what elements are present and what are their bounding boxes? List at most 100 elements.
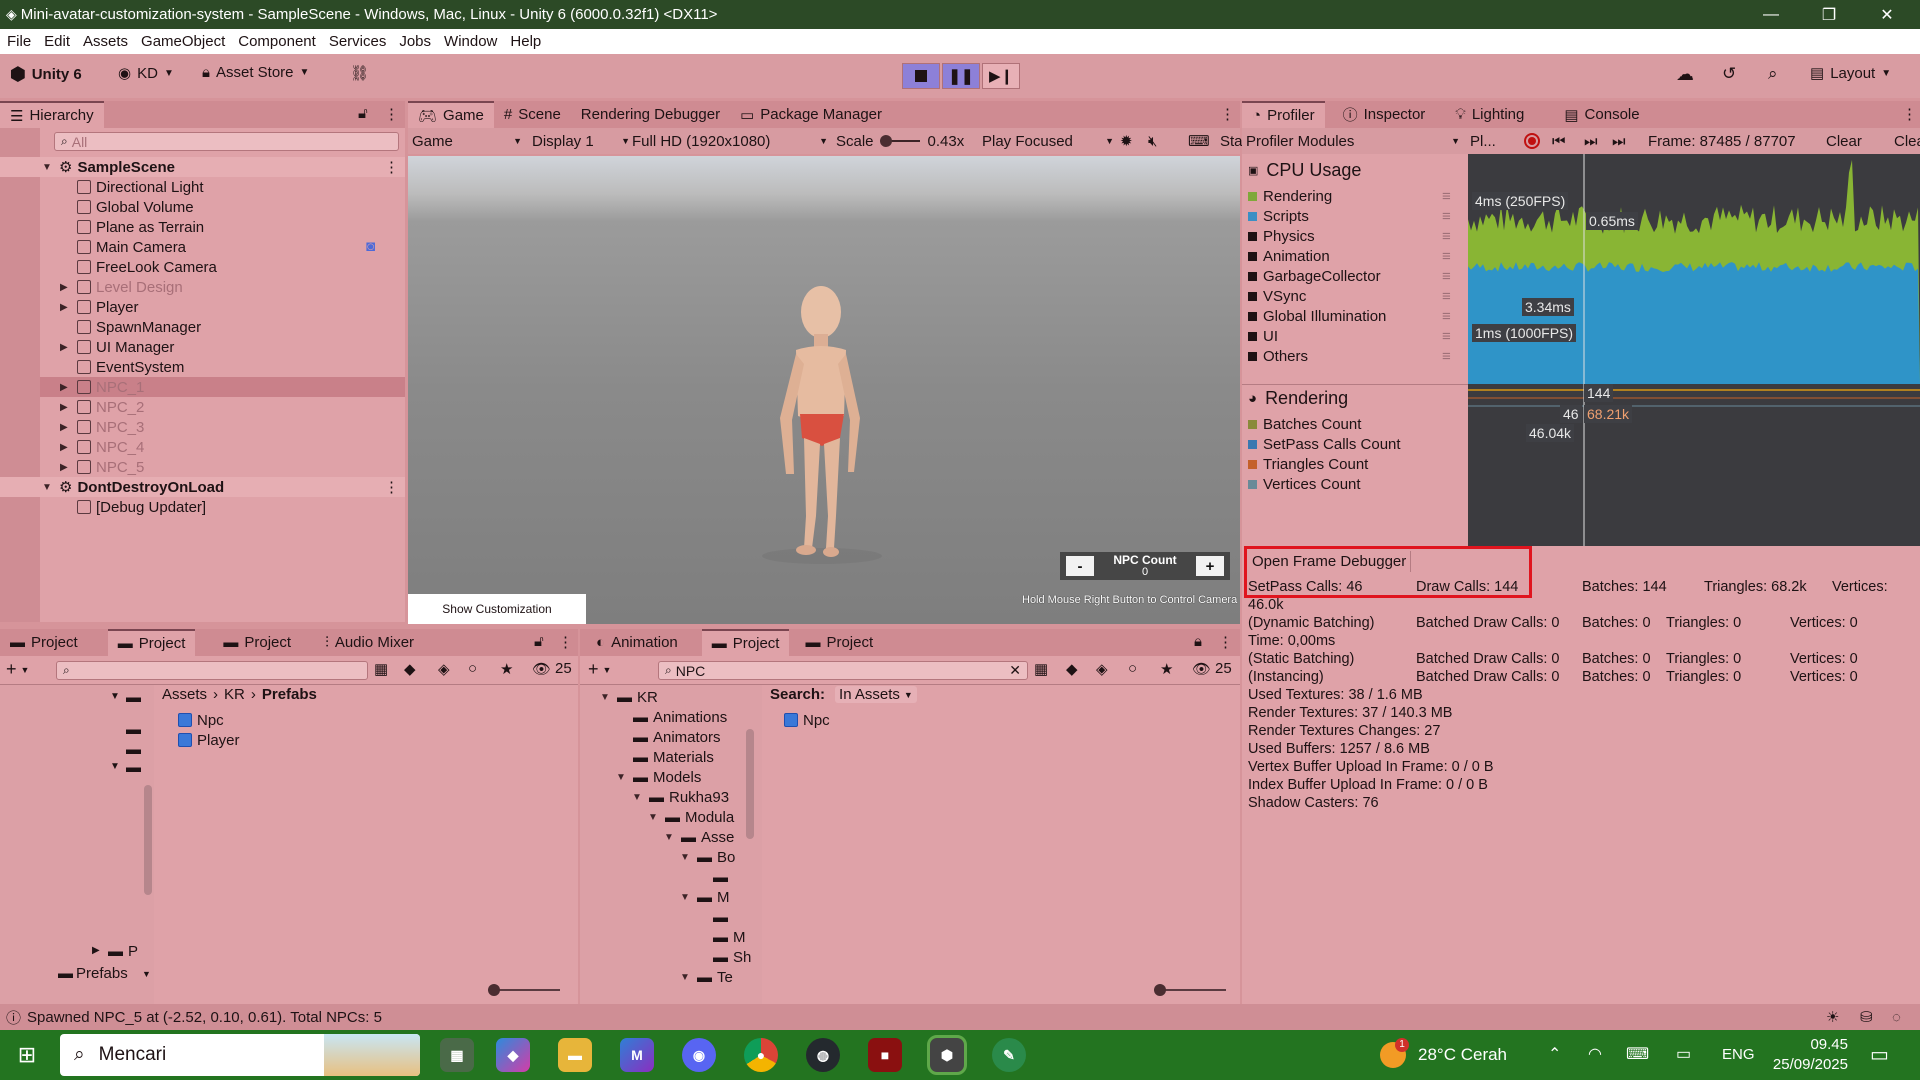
scale-slider[interactable]: Scale 0.43x <box>836 133 964 150</box>
file-explorer-icon[interactable]: ▬ <box>558 1038 592 1072</box>
notification-icon[interactable]: ▭ <box>1870 1042 1889 1067</box>
tab-scene[interactable]: # Scene <box>494 101 571 128</box>
tab-package-manager[interactable]: ▭ Package Manager <box>730 101 892 128</box>
visibility-count[interactable]: 👁︎ 25 <box>532 660 572 678</box>
hierarchy-item[interactable]: ▶ Player <box>60 297 139 317</box>
hierarchy-item[interactable]: [Debug Updater] <box>60 497 206 517</box>
profiler-module-item[interactable]: GarbageCollector <box>1248 268 1381 285</box>
pause-button[interactable]: ❚❚ <box>942 63 980 89</box>
chevron-down-icon[interactable]: ▼ <box>664 832 676 843</box>
tab-console[interactable]: ▤ Console <box>1554 101 1649 128</box>
hierarchy-scene[interactable]: ▼ ⚙ SampleScene <box>42 157 175 177</box>
chevron-right-icon[interactable]: ▶ <box>60 302 72 313</box>
clear-on-play-button[interactable]: Clear <box>1894 133 1920 150</box>
project-create-button[interactable]: + ▼ <box>6 659 29 680</box>
unity-app-icon[interactable]: ⬢ <box>927 1035 967 1075</box>
project-tree-item[interactable]: ▬ <box>696 867 733 887</box>
search-by-type-icon[interactable]: ▦ <box>1034 660 1048 678</box>
cpu-usage-header[interactable]: ▣ CPU Usage <box>1248 160 1361 181</box>
game-viewport[interactable]: - NPC Count 0 + Hold Mouse Right Button … <box>408 156 1240 624</box>
drag-handle-icon[interactable]: ≡ <box>1442 248 1451 265</box>
tab-project-4[interactable]: ▬ Project <box>701 629 790 656</box>
drag-handle-icon[interactable]: ≡ <box>1442 208 1451 225</box>
mute-icon[interactable]: 🔇︎ <box>1148 133 1157 150</box>
slider-thumb[interactable] <box>488 984 500 996</box>
hierarchy-item[interactable]: Directional Light <box>60 177 204 197</box>
scale-thumb[interactable] <box>879 135 892 147</box>
hierarchy-item[interactable]: ▶ UI Manager <box>60 337 174 357</box>
asset-item-player[interactable]: Player <box>178 730 240 750</box>
chevron-right-icon[interactable]: ▶ <box>60 282 72 293</box>
drag-handle-icon[interactable]: ≡ <box>1442 268 1451 285</box>
drag-handle-icon[interactable]: ≡ <box>1442 188 1451 205</box>
project-tree-item[interactable]: ▼ ▬ M <box>680 887 730 907</box>
app-red-icon[interactable]: ■ <box>868 1038 902 1072</box>
project-search-input[interactable]: ⌕ <box>56 661 368 680</box>
menu-gameobject[interactable]: GameObject <box>141 33 225 50</box>
lock-icon[interactable]: 🔓︎ <box>358 105 368 122</box>
status-message[interactable]: Spawned NPC_5 at (-2.52, 0.10, 0.61). To… <box>27 1009 382 1026</box>
hierarchy-item[interactable]: ▶ NPC_2 <box>60 397 144 417</box>
drag-handle-icon[interactable]: ≡ <box>1442 308 1451 325</box>
clear-button[interactable]: Clear <box>1826 133 1862 150</box>
profiler-module-item[interactable]: Vertices Count <box>1248 476 1361 493</box>
unity-hub-button[interactable]: ⬢ Unity 6 <box>10 64 82 85</box>
project-tree-item[interactable]: ▬ M <box>696 927 746 947</box>
tab-rendering-debugger[interactable]: Rendering Debugger <box>571 101 730 128</box>
keyboard-icon[interactable]: ⌨ <box>1626 1044 1649 1064</box>
stop-button[interactable] <box>902 63 940 89</box>
breadcrumb-prefabs[interactable]: Prefabs <box>262 686 317 703</box>
hierarchy-item[interactable]: FreeLook Camera <box>60 257 217 277</box>
search-scope-dropdown[interactable]: In Assets ▼ <box>835 686 917 703</box>
tab-lighting[interactable]: 💡︎ Lighting <box>1445 101 1534 128</box>
label-icon[interactable]: ◈ <box>438 660 450 678</box>
npc-increment-button[interactable]: + <box>1196 556 1224 576</box>
account-dropdown[interactable]: ◉ KD ▼ <box>118 64 174 83</box>
paint-icon[interactable]: ✎ <box>992 1038 1026 1072</box>
chevron-right-icon[interactable]: ▶ <box>60 442 72 453</box>
show-customization-button[interactable]: Show Customization <box>408 594 586 624</box>
profiler-module-item[interactable]: Batches Count <box>1248 416 1361 433</box>
search-result-npc[interactable]: Npc <box>784 710 830 730</box>
more-icon[interactable]: ⋮ <box>558 633 573 651</box>
weather-label[interactable]: 28°C Cerah <box>1418 1045 1507 1065</box>
hierarchy-item[interactable]: SpawnManager <box>60 317 201 337</box>
project-tree-item[interactable]: ▬ Animations <box>616 707 727 727</box>
more-icon[interactable]: ⋮ <box>1218 633 1233 651</box>
profiler-module-item[interactable]: SetPass Calls Count <box>1248 436 1401 453</box>
drag-handle-icon[interactable]: ≡ <box>1442 328 1451 345</box>
last-frame-icon[interactable]: ⏭ <box>1612 133 1626 150</box>
profiler-module-item[interactable]: VSync <box>1248 288 1306 305</box>
project-tree-item[interactable]: ▼ ▬ Te <box>680 967 733 987</box>
restore-button[interactable]: ❐ <box>1800 0 1858 29</box>
version-control-icon[interactable]: ⛓ <box>350 64 369 82</box>
chrome-icon[interactable]: ● <box>744 1038 778 1072</box>
profiler-modules-dropdown[interactable]: Profiler Modules ▼ <box>1246 133 1460 150</box>
label-icon[interactable]: ◈ <box>1096 660 1108 678</box>
menu-window[interactable]: Window <box>444 33 497 50</box>
tab-profiler[interactable]: ◔ Profiler <box>1242 101 1325 128</box>
record-button[interactable] <box>1524 133 1540 149</box>
search-by-type-icon[interactable]: ▦ <box>374 660 388 678</box>
project-search-input[interactable]: ⌕ NPC ✕ <box>658 661 1028 680</box>
chevron-right-icon[interactable]: ▶ <box>60 402 72 413</box>
chevron-up-icon[interactable]: ⌃ <box>1548 1044 1561 1064</box>
hidden-packages-icon[interactable]: ○ <box>1128 660 1137 677</box>
chevron-right-icon[interactable]: ▶ <box>60 462 72 473</box>
cache-icon[interactable]: ⛁ <box>1860 1008 1873 1026</box>
display-dropdown[interactable]: Display 1 ▼ <box>532 133 630 150</box>
display-mode-dropdown[interactable]: Game ▼ <box>412 133 522 150</box>
chevron-down-icon[interactable]: ▼ <box>632 792 644 803</box>
filter-icon[interactable]: ◆ <box>1066 660 1078 678</box>
asset-store-dropdown[interactable]: 🔒︎ Asset Store ▼ <box>202 64 309 81</box>
hierarchy-item[interactable]: ▶ NPC_4 <box>60 437 144 457</box>
chevron-down-icon[interactable]: ▼ <box>142 969 151 979</box>
chevron-down-icon[interactable]: ▼ <box>616 772 628 783</box>
tab-project-3[interactable]: ▬ Project <box>213 629 301 656</box>
hierarchy-scene[interactable]: ▼ ⚙ DontDestroyOnLoad <box>42 477 224 497</box>
hierarchy-item[interactable]: ▶ NPC_1 <box>60 377 144 397</box>
next-frame-icon[interactable]: ⏭ <box>1584 133 1598 150</box>
chevron-down-icon[interactable]: ▼ <box>680 972 692 983</box>
display-icon[interactable]: ▭ <box>1676 1044 1691 1064</box>
more-icon[interactable]: ⋮ <box>384 158 399 176</box>
